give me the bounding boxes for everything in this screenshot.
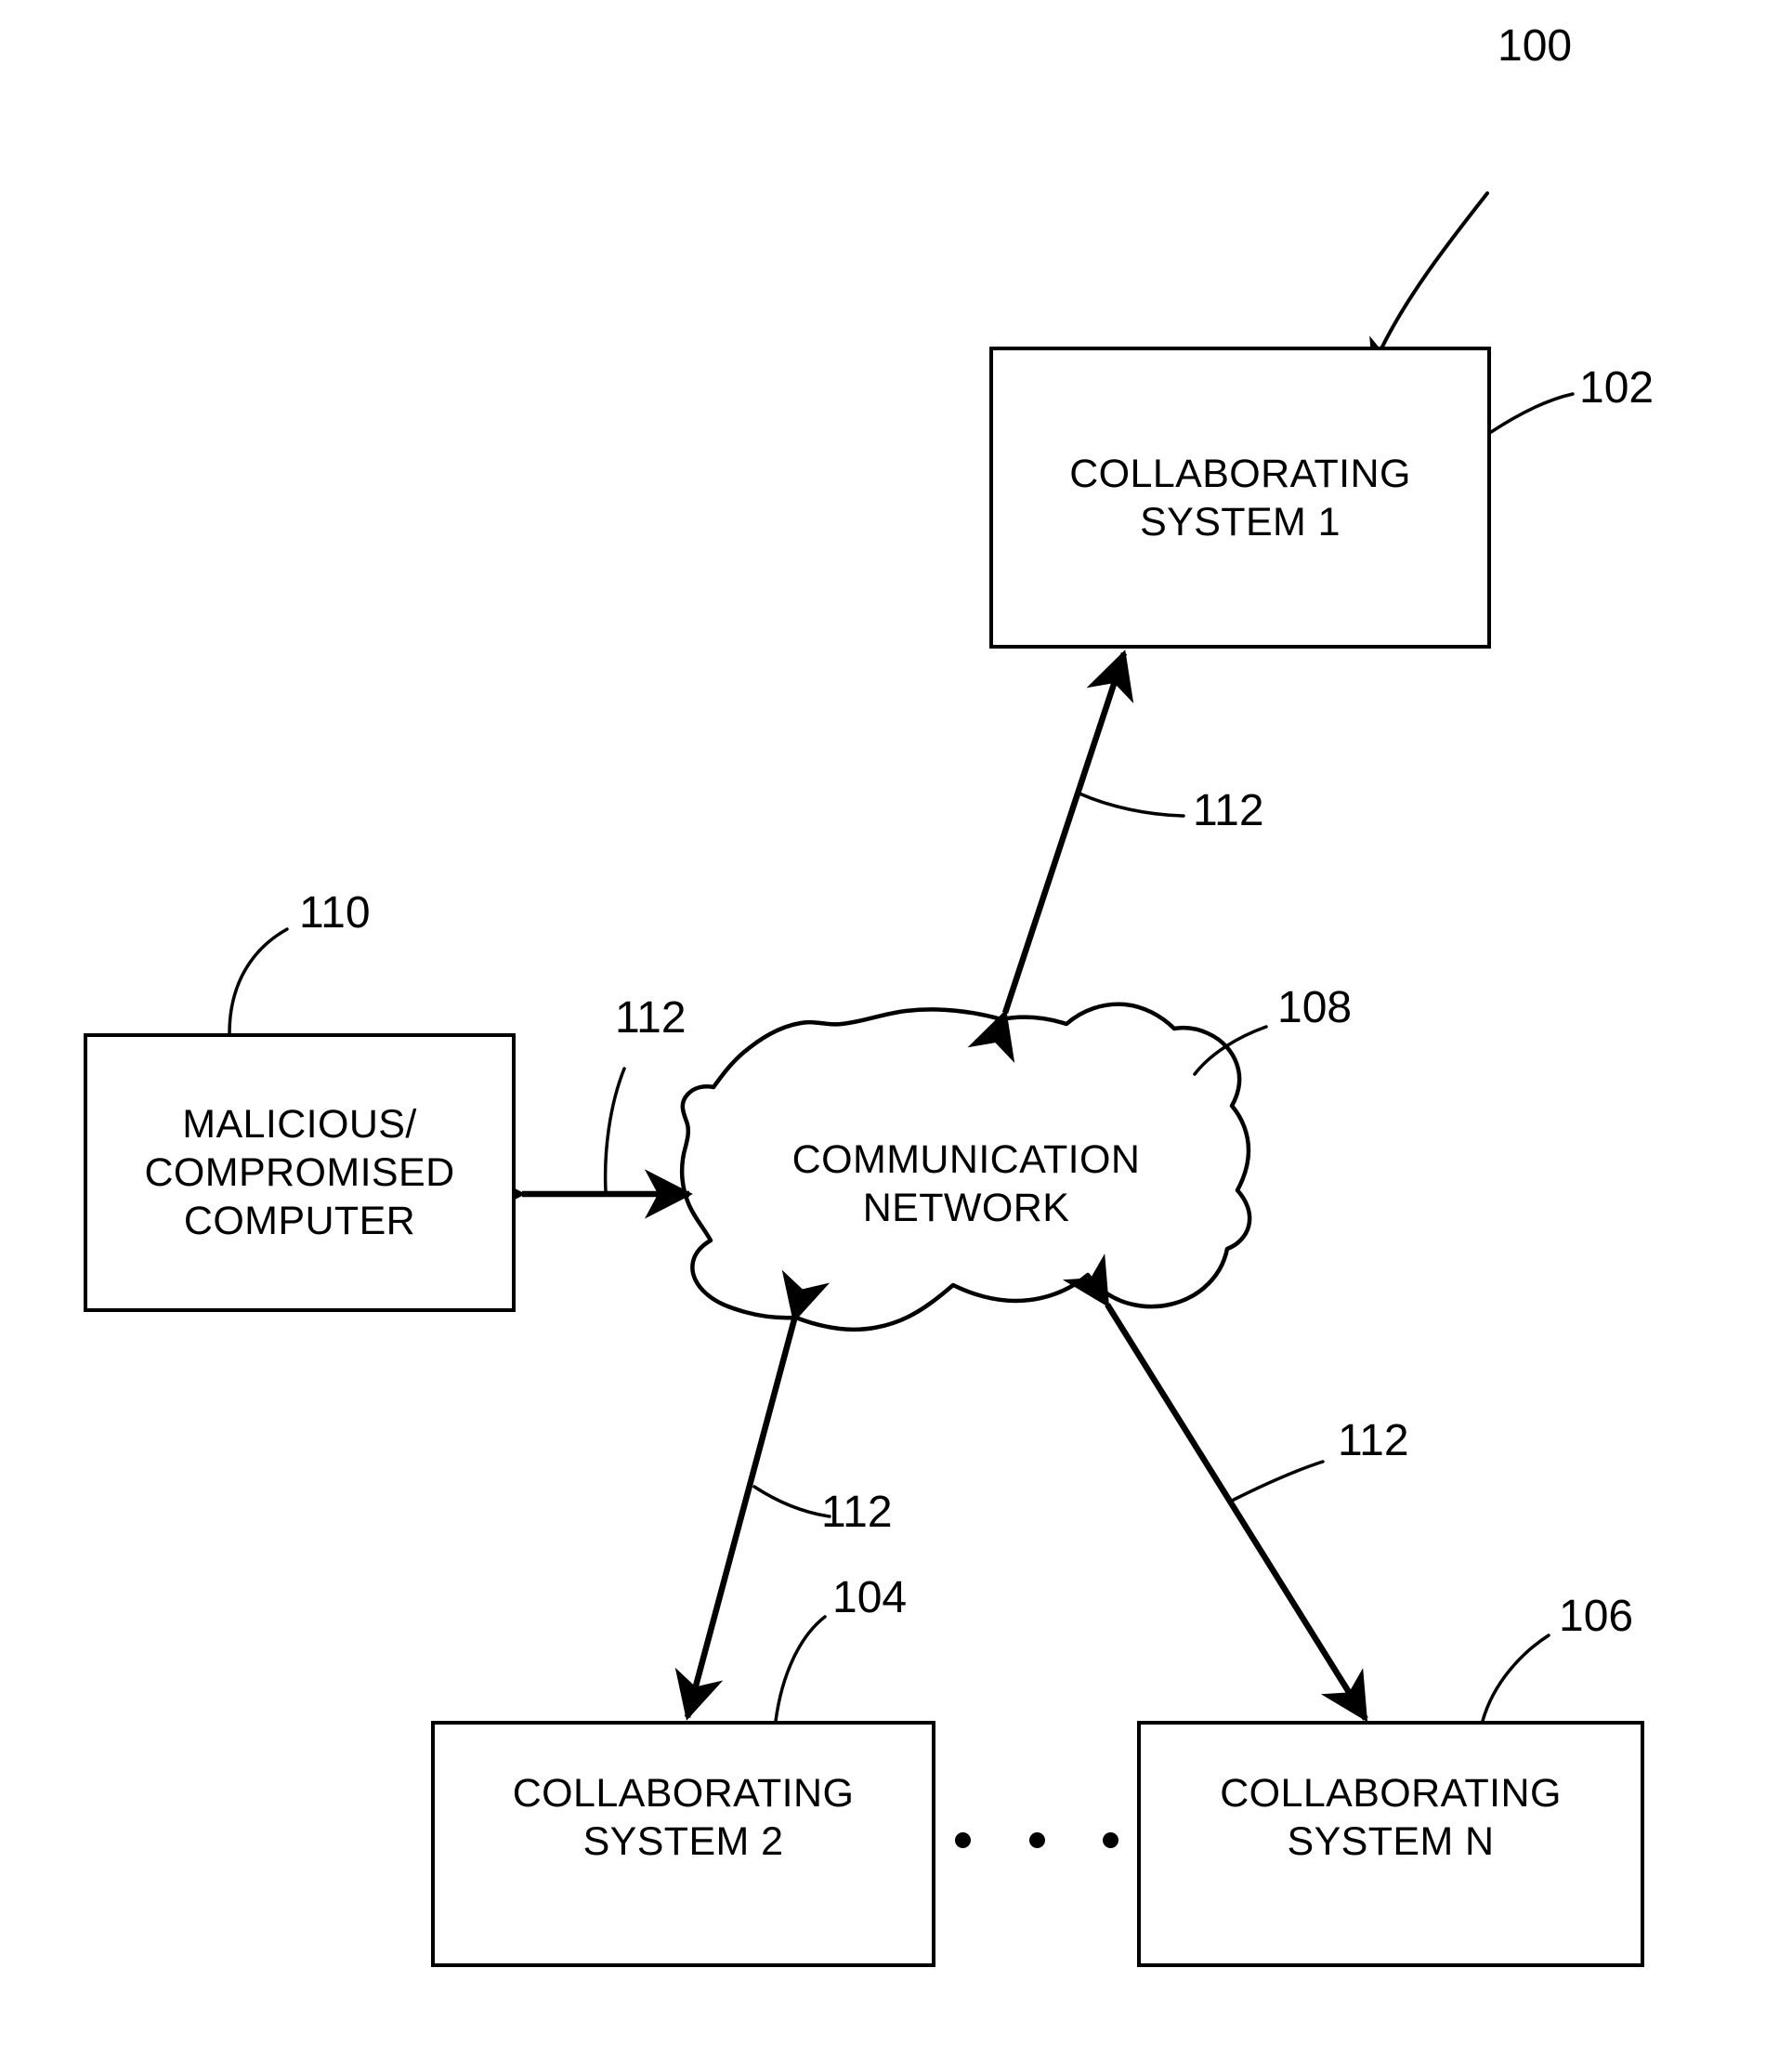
node-collaborating-system-1[interactable]: COLLABORATING SYSTEM 1 (989, 347, 1491, 649)
ref-leader-106 (1481, 1634, 1550, 1723)
node-malicious-compromised-computer[interactable]: MALICIOUS/ COMPROMISED COMPUTER (84, 1033, 516, 1312)
node-collaborating-system-n-label: COLLABORATING SYSTEM N (1220, 1771, 1562, 1864)
link-network-malicious (477, 1067, 693, 1219)
ellipsis-more-systems (955, 1823, 1118, 1857)
ref-number-110: 110 (299, 888, 371, 938)
ref-leader-112-system-2 (752, 1485, 831, 1518)
link-network-system-n (1062, 1253, 1368, 1723)
node-malicious-compromised-computer-label: MALICIOUS/ COMPROMISED COMPUTER (144, 1102, 455, 1243)
link-network-system-1 (967, 649, 1185, 1064)
ref-number-112-network-system-1: 112 (1193, 786, 1264, 835)
ref-leader-102 (1489, 392, 1575, 434)
ref-leader-112-malicious (603, 1067, 626, 1193)
node-collaborating-system-2-label: COLLABORATING SYSTEM 2 (512, 1771, 855, 1864)
ref-number-104: 104 (832, 1573, 908, 1622)
ref-number-102: 102 (1579, 363, 1655, 413)
node-communication-network-label: COMMUNICATION NETWORK (791, 1137, 1141, 1230)
ellipsis-dot (1028, 1831, 1045, 1848)
figure-number: 100 (1498, 21, 1573, 71)
node-collaborating-system-1-label: COLLABORATING SYSTEM 1 (1069, 451, 1411, 545)
ref-leader-112-system-1 (1078, 792, 1185, 818)
link-network-system-2 (674, 1269, 831, 1721)
node-collaborating-system-n[interactable]: COLLABORATING SYSTEM N (1137, 1721, 1644, 1967)
node-collaborating-system-2[interactable]: COLLABORATING SYSTEM 2 (431, 1721, 935, 1967)
ref-leader-110 (228, 927, 289, 1035)
ref-number-112-network-system-2: 112 (821, 1488, 893, 1537)
ref-leader-112-system-n (1232, 1460, 1325, 1502)
ref-number-106: 106 (1559, 1592, 1634, 1641)
ref-leader-104 (774, 1615, 827, 1723)
ref-number-112-network-system-n: 112 (1338, 1416, 1409, 1465)
ellipsis-dot (1103, 1831, 1118, 1848)
patent-figure: 100 COLLABORATING SYSTEM 1 102 MALICIOUS… (0, 0, 1792, 2060)
ellipsis-dot (955, 1831, 971, 1848)
figure-number-leader (1369, 191, 1489, 370)
ref-number-108: 108 (1277, 983, 1353, 1032)
ref-number-112-network-malicious: 112 (615, 993, 687, 1043)
